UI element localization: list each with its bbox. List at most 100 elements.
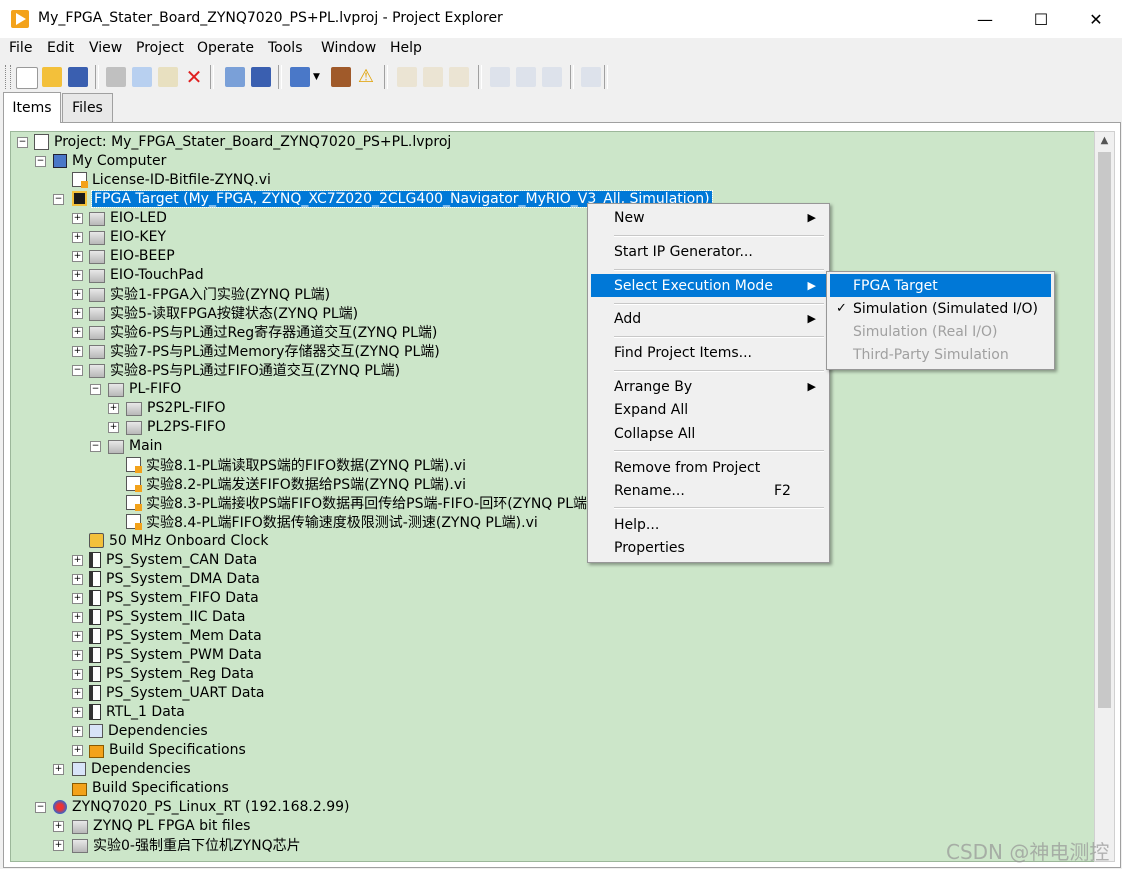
expand-toggle[interactable]: +: [72, 745, 83, 756]
expand-toggle[interactable]: +: [72, 555, 83, 566]
maximize-button[interactable]: ☐: [1018, 0, 1064, 38]
expand-toggle[interactable]: +: [72, 574, 83, 585]
save-all-icon[interactable]: [68, 67, 88, 87]
tree-item-project[interactable]: Project: My_FPGA_Stater_Board_ZYNQ7020_P…: [34, 132, 451, 151]
expand-toggle[interactable]: +: [72, 593, 83, 604]
tree-item-vi[interactable]: 实验8.3-PL端接收PS端FIFO数据再回传给PS端-FIFO-回环(ZYNQ…: [126, 493, 609, 512]
tree-item-dependencies[interactable]: Dependencies: [89, 721, 208, 740]
tree-item-folder[interactable]: 实验0-强制重启下位机ZYNQ芯片: [72, 835, 301, 854]
menu-file[interactable]: File: [9, 40, 32, 56]
expand-toggle[interactable]: +: [72, 327, 83, 338]
cut-icon[interactable]: [106, 67, 126, 87]
tree-item-folder[interactable]: Main: [108, 436, 162, 455]
tree-item-build-specs[interactable]: Build Specifications: [72, 778, 229, 797]
expand-toggle[interactable]: +: [108, 403, 119, 414]
expand-toggle[interactable]: +: [72, 612, 83, 623]
expand-toggle[interactable]: +: [72, 251, 83, 262]
tree-item-data[interactable]: PS_System_Reg Data: [89, 664, 254, 683]
menu-item-rename[interactable]: Rename... F2: [591, 479, 826, 502]
disconnect-icon[interactable]: [449, 67, 469, 87]
collapse-toggle[interactable]: −: [53, 194, 64, 205]
tree-item-folder[interactable]: EIO-BEEP: [89, 246, 175, 265]
collapse-toggle[interactable]: −: [90, 441, 101, 452]
close-button[interactable]: ✕: [1073, 0, 1119, 38]
warning-icon[interactable]: ⚠: [356, 67, 376, 87]
menu-view[interactable]: View: [89, 40, 122, 56]
tree-item-clock[interactable]: 50 MHz Onboard Clock: [89, 531, 268, 550]
tree-item-data[interactable]: PS_System_CAN Data: [89, 550, 257, 569]
menu-item-simulation-simulated-io[interactable]: ✓ Simulation (Simulated I/O): [830, 297, 1051, 320]
expand-toggle[interactable]: +: [72, 650, 83, 661]
deploy-icon[interactable]: [397, 67, 417, 87]
tree-item-folder[interactable]: 实验8-PS与PL通过FIFO通道交互(ZYNQ PL端): [89, 360, 400, 379]
menu-window[interactable]: Window: [321, 40, 376, 56]
tree-item-vi[interactable]: 实验8.4-PL端FIFO数据传输速度极限测试-测速(ZYNQ PL端).vi: [126, 512, 538, 531]
tree-item-folder[interactable]: 实验5-读取FPGA按键状态(ZYNQ PL端): [89, 303, 358, 322]
menu-item-remove-from-project[interactable]: Remove from Project: [591, 456, 826, 479]
view-options-icon[interactable]: [290, 67, 310, 87]
expand-toggle[interactable]: +: [72, 669, 83, 680]
collapse-toggle[interactable]: −: [90, 384, 101, 395]
menu-item-properties[interactable]: Properties: [591, 536, 826, 559]
new-icon[interactable]: [16, 67, 38, 89]
minimize-button[interactable]: —: [962, 0, 1008, 38]
tree-item-dependencies[interactable]: Dependencies: [72, 759, 191, 778]
menu-item-help[interactable]: Help...: [591, 513, 826, 536]
delete-icon[interactable]: ✕: [184, 67, 204, 87]
menu-item-new[interactable]: New ▶: [591, 206, 826, 229]
menu-operate[interactable]: Operate: [197, 40, 254, 56]
expand-toggle[interactable]: +: [72, 289, 83, 300]
expand-toggle[interactable]: +: [72, 726, 83, 737]
tree-item-data[interactable]: PS_System_FIFO Data: [89, 588, 259, 607]
menu-item-start-ip-generator[interactable]: Start IP Generator...: [591, 240, 826, 263]
menu-tools[interactable]: Tools: [268, 40, 303, 56]
tab-items[interactable]: Items: [3, 92, 61, 123]
tree-item-folder[interactable]: PS2PL-FIFO: [126, 398, 226, 417]
menu-help[interactable]: Help: [390, 40, 422, 56]
tree-item-folder[interactable]: EIO-KEY: [89, 227, 166, 246]
expand-toggle[interactable]: +: [72, 688, 83, 699]
menu-project[interactable]: Project: [136, 40, 184, 56]
collapse-toggle[interactable]: −: [35, 156, 46, 167]
collapse-toggle[interactable]: −: [35, 802, 46, 813]
menu-edit[interactable]: Edit: [47, 40, 74, 56]
tree-item-folder[interactable]: 实验1-FPGA入门实验(ZYNQ PL端): [89, 284, 330, 303]
paste-icon[interactable]: [158, 67, 178, 87]
expand-toggle[interactable]: +: [72, 631, 83, 642]
expand-toggle[interactable]: +: [72, 232, 83, 243]
open-folder-icon[interactable]: [42, 67, 62, 87]
menu-item-fpga-target[interactable]: FPGA Target: [830, 274, 1051, 297]
tree-item-license-vi[interactable]: License-ID-Bitfile-ZYNQ.vi: [72, 170, 271, 189]
tree-item-folder[interactable]: EIO-LED: [89, 208, 167, 227]
save-project-icon[interactable]: [251, 67, 271, 87]
expand-toggle[interactable]: +: [72, 707, 83, 718]
tree-item-folder[interactable]: EIO-TouchPad: [89, 265, 204, 284]
vertical-scrollbar[interactable]: ▲: [1094, 131, 1115, 862]
tree-item-data[interactable]: PS_System_IIC Data: [89, 607, 245, 626]
tab-files[interactable]: Files: [62, 93, 113, 122]
scrollbar-thumb[interactable]: [1098, 152, 1111, 708]
menu-item-arrange-by[interactable]: Arrange By ▶: [591, 375, 826, 398]
dropdown-arrow-icon[interactable]: ▼: [313, 67, 323, 87]
tree-item-folder[interactable]: 实验6-PS与PL通过Reg寄存器通道交互(ZYNQ PL端): [89, 322, 437, 341]
toolbar-grip[interactable]: [5, 65, 11, 89]
expand-toggle[interactable]: +: [72, 270, 83, 281]
copy-icon[interactable]: [132, 67, 152, 87]
expand-toggle[interactable]: +: [72, 308, 83, 319]
scroll-up-arrow-icon[interactable]: ▲: [1095, 132, 1114, 149]
expand-toggle[interactable]: +: [53, 840, 64, 851]
menu-item-expand-all[interactable]: Expand All: [591, 398, 826, 421]
check-out-icon[interactable]: [490, 67, 510, 87]
expand-toggle[interactable]: +: [108, 422, 119, 433]
tree-item-build-specs[interactable]: Build Specifications: [89, 740, 246, 759]
tree-item-data[interactable]: PS_System_Mem Data: [89, 626, 262, 645]
tree-item-folder[interactable]: 实验7-PS与PL通过Memory存储器交互(ZYNQ PL端): [89, 341, 440, 360]
check-in-icon[interactable]: [542, 67, 562, 87]
menu-item-add[interactable]: Add ▶: [591, 307, 826, 330]
expand-toggle[interactable]: +: [53, 821, 64, 832]
source-control-icon[interactable]: [581, 67, 601, 87]
tree-item-folder[interactable]: ZYNQ PL FPGA bit files: [72, 816, 250, 835]
tree-item-rt-target[interactable]: ZYNQ7020_PS_Linux_RT (192.168.2.99): [53, 797, 349, 816]
connect-icon[interactable]: [423, 67, 443, 87]
undo-checkout-icon[interactable]: [516, 67, 536, 87]
